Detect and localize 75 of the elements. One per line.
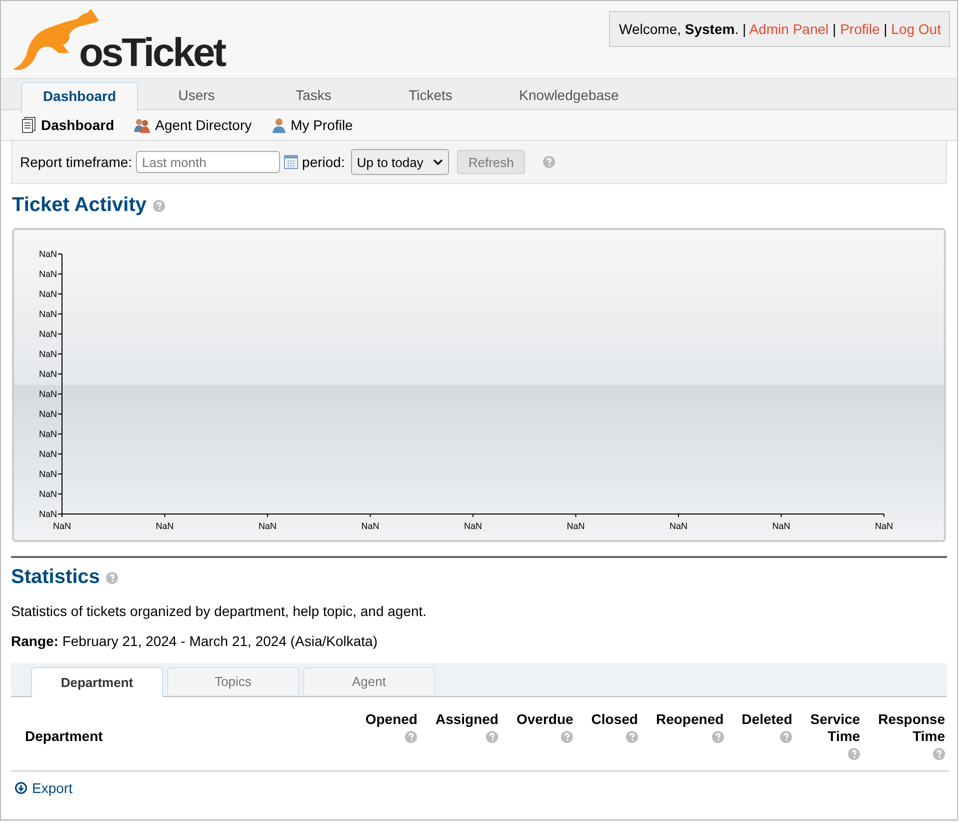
range-text: Range: February 21, 2024 - March 21, 2024 (Asia/Kolkata) — [11, 633, 379, 649]
chevron-icon — [433, 159, 444, 165]
help-icon[interactable] — [486, 731, 498, 744]
help-icon[interactable] — [626, 731, 638, 744]
subnav-link[interactable]: Agent Directory — [155, 117, 252, 133]
nav-tab[interactable]: Dashboard — [21, 82, 138, 113]
x-tick-label: NaN — [156, 521, 174, 531]
x-tick-label: NaN — [772, 521, 790, 531]
y-tick-label: NaN — [38, 429, 57, 439]
y-tick-label: NaN — [38, 469, 57, 479]
separator-text: | — [742, 21, 746, 37]
people-icon — [134, 117, 150, 133]
section-heading: Ticket Activity — [12, 194, 147, 217]
nav-tab[interactable]: Tickets — [372, 79, 489, 109]
column-header[interactable]: Department — [25, 728, 348, 745]
column-header[interactable]: Deleted — [742, 711, 792, 728]
help-icon[interactable] — [542, 156, 555, 168]
column-header[interactable]: Service Time — [810, 711, 860, 745]
help-icon[interactable] — [152, 200, 165, 212]
y-tick-label: NaN — [38, 349, 57, 359]
help-icon[interactable] — [405, 731, 418, 744]
y-tick-label: NaN — [38, 289, 57, 299]
stats-tab[interactable]: Agent — [303, 667, 435, 695]
x-tick-label: NaN — [670, 521, 688, 531]
x-tick-label: NaN — [53, 521, 71, 531]
export-link[interactable]: Export — [15, 780, 72, 796]
period-label: period: — [302, 154, 345, 170]
y-tick-label: NaN — [38, 269, 57, 279]
subnav-link[interactable]: Dashboard — [41, 117, 114, 133]
logo-text: osTicket — [79, 33, 225, 73]
x-tick-label: NaN — [566, 521, 585, 531]
subnav-link[interactable]: My Profile — [290, 117, 353, 133]
y-tick-label: NaN — [38, 389, 57, 399]
x-tick-label: NaN — [258, 521, 276, 531]
nav-tab[interactable]: Users — [138, 79, 255, 109]
document-icon — [22, 117, 36, 133]
column-header[interactable]: Overdue — [516, 711, 574, 728]
help-icon[interactable] — [106, 572, 118, 584]
section-heading: Statistics — [11, 566, 100, 589]
timeframe-field[interactable]: Last month — [136, 151, 280, 173]
stats-tab[interactable]: Topics — [167, 667, 299, 695]
period-dropdown[interactable]: Up to today — [350, 149, 450, 175]
download-icon — [15, 782, 27, 794]
description-text: Statistics of tickets organized by department, help topic, and agent. — [11, 603, 428, 619]
help-icon[interactable] — [780, 731, 792, 744]
help-icon[interactable] — [933, 748, 945, 760]
help-icon[interactable] — [561, 731, 574, 744]
y-tick-label: NaN — [38, 309, 57, 319]
stats-tab[interactable]: Department — [31, 667, 163, 697]
timeframe-label: Report timeframe: — [20, 154, 132, 170]
column-header[interactable]: Response Time — [878, 711, 945, 745]
calendar-icon[interactable] — [284, 155, 298, 169]
column-header[interactable]: Opened — [365, 711, 418, 728]
column-header[interactable]: Closed — [591, 711, 638, 728]
help-icon[interactable] — [848, 748, 860, 760]
x-tick-label: NaN — [361, 521, 380, 531]
y-tick-label: NaN — [38, 509, 57, 519]
y-tick-label: NaN — [38, 449, 57, 459]
help-icon[interactable] — [712, 731, 724, 744]
separator-text: | — [832, 21, 836, 37]
person-icon — [272, 117, 286, 133]
welcome-text: Welcome, System. — [619, 21, 739, 37]
nav-tab[interactable]: Tasks — [255, 79, 372, 109]
x-tick-label: NaN — [464, 521, 482, 531]
y-tick-label: NaN — [38, 329, 57, 339]
y-tick-label: NaN — [38, 369, 57, 379]
column-header[interactable]: Assigned — [435, 711, 498, 728]
column-header[interactable]: Reopened — [656, 711, 724, 728]
x-tick-label: NaN — [875, 521, 893, 531]
nav-tab[interactable]: Knowledgebase — [489, 79, 649, 109]
y-tick-label: NaN — [38, 249, 57, 259]
y-tick-label: NaN — [38, 409, 57, 419]
y-tick-label: NaN — [38, 489, 57, 499]
separator-text: | — [884, 21, 888, 37]
refresh-button[interactable]: Refresh — [457, 150, 525, 174]
